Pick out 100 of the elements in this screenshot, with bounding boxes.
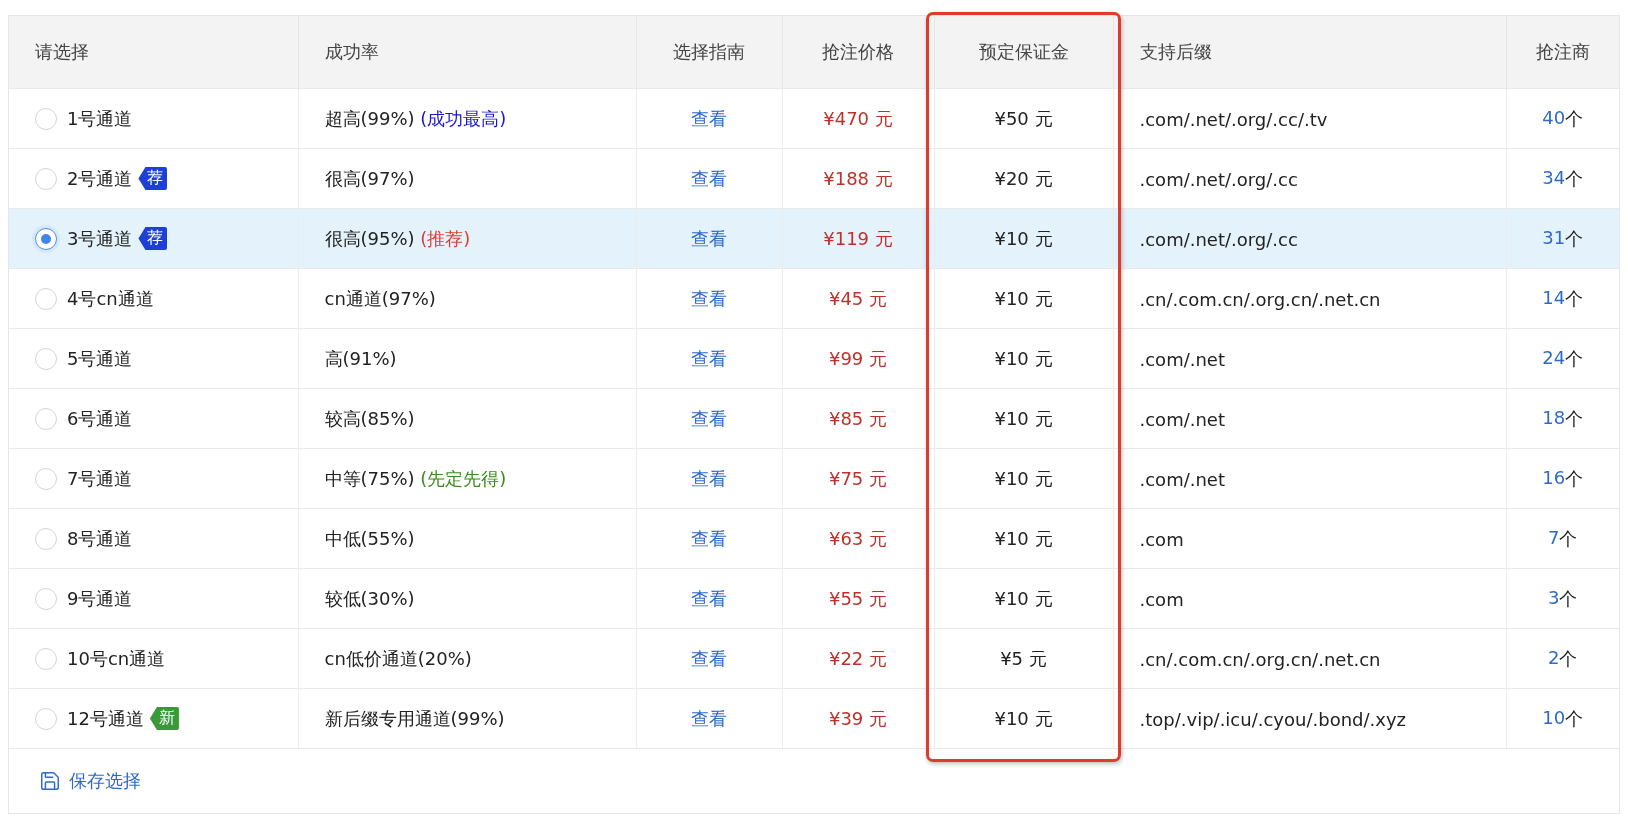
table-row[interactable]: 4号cn通道 cn通道(97%) 查看 ¥45 元 ¥10 元 .cn/.com.cn/.org.cn/.net.cn 14个 bbox=[9, 268, 1619, 329]
deposit: ¥20 元 bbox=[994, 167, 1053, 189]
registrar-count-link[interactable]: 10 bbox=[1542, 706, 1566, 728]
column-header: 选择指南 bbox=[636, 16, 782, 89]
count-unit: 个 bbox=[1565, 107, 1584, 129]
suffix-list: .com/.net bbox=[1139, 468, 1225, 490]
count-unit: 个 bbox=[1565, 707, 1584, 729]
view-link[interactable]: 查看 bbox=[691, 407, 727, 429]
suffix-list: .com bbox=[1139, 528, 1184, 550]
count-unit: 个 bbox=[1565, 167, 1584, 189]
view-link[interactable]: 查看 bbox=[691, 467, 727, 489]
suffix-list: .com/.net/.org/.cc/.tv bbox=[1139, 108, 1328, 130]
view-link[interactable]: 查看 bbox=[691, 647, 727, 669]
price: ¥22 元 bbox=[828, 647, 888, 669]
view-link[interactable]: 查看 bbox=[691, 167, 727, 189]
radio-button[interactable] bbox=[35, 227, 57, 250]
deposit: ¥10 元 bbox=[994, 587, 1053, 609]
view-link[interactable]: 查看 bbox=[691, 347, 727, 369]
price: ¥39 元 bbox=[828, 707, 888, 729]
save-icon bbox=[39, 770, 61, 792]
suffix-list: .top/.vip/.icu/.cyou/.bond/.xyz bbox=[1139, 708, 1407, 730]
success-rate: 高(91%) bbox=[324, 347, 397, 369]
table-row[interactable]: 7号通道 中等(75%) (先定先得) 查看 ¥75 元 ¥10 元 .com/.net 16个 bbox=[9, 448, 1619, 509]
rate-note: (成功最高) bbox=[420, 107, 507, 129]
table-row[interactable]: 12号通道 新 新后缀专用通道(99%) 查看 ¥39 元 ¥10 元 .top/.vip/.icu/.cyou/.bond/.xyz 10个 bbox=[9, 688, 1619, 748]
registrar-count-link[interactable]: 3 bbox=[1548, 586, 1560, 608]
channel-name: 2号通道 bbox=[67, 167, 133, 189]
price: ¥55 元 bbox=[828, 587, 888, 609]
price: ¥470 元 bbox=[823, 107, 893, 129]
success-rate: 超高(99%) bbox=[324, 107, 415, 129]
view-link[interactable]: 查看 bbox=[691, 707, 727, 729]
suffix-list: .com/.net bbox=[1139, 408, 1225, 430]
deposit: ¥5 元 bbox=[1000, 647, 1047, 669]
table-row[interactable]: 3号通道 荐 很高(95%) (推荐) 查看 ¥119 元 ¥10 元 .com/.net/.org/.cc 31个 bbox=[9, 208, 1619, 269]
suffix-list: .com/.net bbox=[1139, 348, 1225, 370]
tag-badge: 荐 bbox=[138, 227, 168, 250]
deposit: ¥10 元 bbox=[994, 287, 1053, 309]
deposit: ¥10 元 bbox=[994, 527, 1053, 549]
view-link[interactable]: 查看 bbox=[691, 107, 727, 129]
price: ¥75 元 bbox=[828, 467, 888, 489]
view-link[interactable]: 查看 bbox=[691, 527, 727, 549]
count-unit: 个 bbox=[1559, 587, 1578, 609]
price: ¥119 元 bbox=[823, 227, 893, 249]
table-row[interactable]: 10号cn通道 cn低价通道(20%) 查看 ¥22 元 ¥5 元 .cn/.com.cn/.org.cn/.net.cn 2个 bbox=[9, 628, 1619, 689]
count-unit: 个 bbox=[1565, 347, 1584, 369]
registrar-count-link[interactable]: 16 bbox=[1542, 466, 1566, 488]
column-header: 请选择 bbox=[9, 16, 298, 89]
table-row[interactable]: 8号通道 中低(55%) 查看 ¥63 元 ¥10 元 .com 7个 bbox=[9, 508, 1619, 569]
registrar-count-link[interactable]: 18 bbox=[1542, 406, 1566, 428]
registrar-count-link[interactable]: 2 bbox=[1548, 646, 1560, 668]
success-rate: 新后缀专用通道(99%) bbox=[324, 707, 505, 729]
rate-note: (先定先得) bbox=[420, 467, 507, 489]
tag-badge: 新 bbox=[149, 707, 179, 730]
registrar-count-link[interactable]: 31 bbox=[1542, 226, 1566, 248]
channel-name: 9号通道 bbox=[67, 587, 133, 609]
tag-badge: 荐 bbox=[138, 167, 168, 190]
table-row[interactable]: 9号通道 较低(30%) 查看 ¥55 元 ¥10 元 .com 3个 bbox=[9, 568, 1619, 629]
view-link[interactable]: 查看 bbox=[691, 227, 727, 249]
table-row[interactable]: 6号通道 较高(85%) 查看 ¥85 元 ¥10 元 .com/.net 18个 bbox=[9, 388, 1619, 449]
registrar-count-link[interactable]: 34 bbox=[1542, 166, 1566, 188]
success-rate: 中低(55%) bbox=[324, 527, 415, 549]
registrar-count-link[interactable]: 24 bbox=[1542, 346, 1566, 368]
registrar-count-link[interactable]: 7 bbox=[1548, 526, 1560, 548]
registrar-count-link[interactable]: 14 bbox=[1542, 286, 1566, 308]
registrar-count-link[interactable]: 40 bbox=[1542, 106, 1566, 128]
suffix-list: .cn/.com.cn/.org.cn/.net.cn bbox=[1139, 288, 1381, 310]
count-unit: 个 bbox=[1565, 287, 1584, 309]
deposit: ¥50 元 bbox=[994, 107, 1053, 129]
success-rate: 很高(95%) bbox=[324, 227, 415, 249]
view-link[interactable]: 查看 bbox=[691, 287, 727, 309]
table-row[interactable]: 1号通道 超高(99%) (成功最高) 查看 ¥470 元 ¥50 元 .com/.net/.org/.cc/.tv 40个 bbox=[9, 88, 1619, 149]
success-rate: cn通道(97%) bbox=[324, 287, 436, 309]
channel-name: 7号通道 bbox=[67, 467, 133, 489]
count-unit: 个 bbox=[1559, 527, 1578, 549]
success-rate: 很高(97%) bbox=[324, 167, 415, 189]
table-row[interactable]: 2号通道 荐 很高(97%) 查看 ¥188 元 ¥20 元 .com/.net/.org/.cc 34个 bbox=[9, 148, 1619, 209]
channel-name: 8号通道 bbox=[67, 527, 133, 549]
count-unit: 个 bbox=[1565, 467, 1584, 489]
column-header: 支持后缀 bbox=[1113, 16, 1506, 89]
table-row[interactable]: 5号通道 高(91%) 查看 ¥99 元 ¥10 元 .com/.net 24个 bbox=[9, 328, 1619, 389]
price: ¥45 元 bbox=[828, 287, 888, 309]
price: ¥63 元 bbox=[828, 527, 888, 549]
deposit: ¥10 元 bbox=[994, 407, 1053, 429]
rate-note: (推荐) bbox=[420, 227, 471, 249]
count-unit: 个 bbox=[1559, 647, 1578, 669]
success-rate: 较高(85%) bbox=[324, 407, 415, 429]
view-link[interactable]: 查看 bbox=[691, 587, 727, 609]
deposit: ¥10 元 bbox=[994, 347, 1053, 369]
channel-name: 12号通道 bbox=[67, 707, 144, 729]
deposit: ¥10 元 bbox=[994, 467, 1053, 489]
suffix-list: .com/.net/.org/.cc bbox=[1139, 228, 1298, 250]
suffix-list: .cn/.com.cn/.org.cn/.net.cn bbox=[1139, 648, 1381, 670]
save-button[interactable]: 保存选择 bbox=[39, 769, 141, 793]
price: ¥85 元 bbox=[828, 407, 888, 429]
success-rate: cn低价通道(20%) bbox=[324, 647, 472, 669]
column-header: 预定保证金 bbox=[934, 16, 1113, 89]
channel-name: 1号通道 bbox=[67, 107, 133, 129]
channel-name: 10号cn通道 bbox=[67, 647, 166, 669]
column-header: 成功率 bbox=[298, 16, 636, 89]
channel-name: 3号通道 bbox=[67, 227, 133, 249]
